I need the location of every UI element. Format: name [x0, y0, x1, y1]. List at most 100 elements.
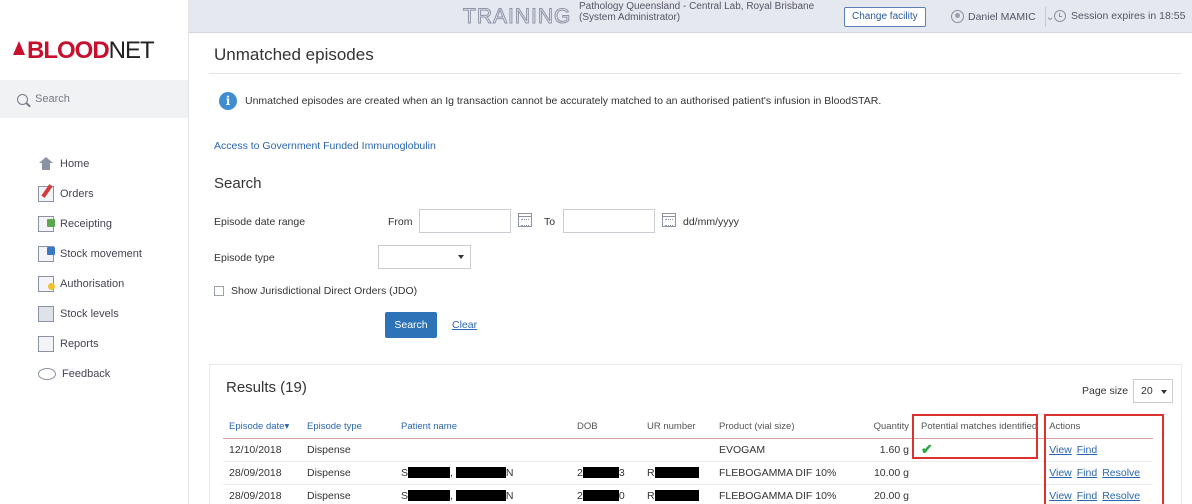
- orders-icon: [38, 186, 54, 202]
- cell-ur: R: [641, 461, 713, 485]
- logo-net-text: NET: [108, 37, 155, 64]
- cell-ur: [641, 438, 713, 462]
- redaction-bar: [582, 490, 619, 502]
- main-content: Unmatched episodes i Unmatched episodes …: [189, 33, 1192, 504]
- cell-type: Dispense: [301, 461, 395, 485]
- col-episode-type[interactable]: Episode type: [301, 416, 395, 438]
- home-icon: [38, 157, 54, 171]
- header-divider: [1045, 7, 1046, 27]
- authorisation-icon: [38, 276, 55, 292]
- sidebar-item-stock-levels[interactable]: Stock levels: [38, 299, 142, 329]
- episode-date-range-label: Episode date range: [214, 216, 306, 228]
- cell-dob: [571, 438, 641, 462]
- cell-quantity: 20.00 g: [859, 484, 915, 504]
- page-size-select[interactable]: 20: [1133, 379, 1173, 403]
- sidebar-search-label: Search: [35, 93, 70, 105]
- col-ur-number: UR number: [647, 421, 696, 433]
- table-row: 28/09/2018 Dispense S, N 23 R FLEBOGAMMA…: [223, 461, 1154, 485]
- sidebar-item-label: Orders: [60, 188, 94, 200]
- cell-type: Dispense: [301, 438, 395, 462]
- from-date-input[interactable]: [419, 209, 511, 233]
- cell-product: FLEBOGAMMA DIF 10%: [713, 484, 859, 504]
- sidebar-item-label: Reports: [60, 338, 99, 350]
- from-label: From: [388, 216, 413, 228]
- from-calendar-icon[interactable]: [518, 213, 532, 227]
- cell-match: [915, 461, 1044, 485]
- page-size-label: Page size: [1082, 385, 1129, 397]
- sidebar-nav: Home Orders Receipting Stock movement Au…: [38, 149, 142, 389]
- feedback-icon: [38, 368, 56, 380]
- info-message: i Unmatched episodes are created when an…: [219, 92, 881, 110]
- page-title: Unmatched episodes: [214, 45, 374, 64]
- redaction-bar: [455, 490, 506, 502]
- redaction-bar: [582, 467, 619, 479]
- cell-date: 12/10/2018: [223, 438, 301, 462]
- to-date-input[interactable]: [563, 209, 655, 233]
- environment-banner: TRAINING: [462, 5, 572, 29]
- clear-link[interactable]: Clear: [452, 319, 477, 331]
- date-format-hint: dd/mm/yyyy: [683, 216, 740, 228]
- user-name: Daniel MAMIC: [968, 10, 1036, 23]
- col-product: Product (vial size): [719, 421, 795, 433]
- col-quantity: Quantity: [873, 421, 909, 433]
- redaction-bar: [455, 467, 506, 479]
- session-timer: Session expires in 18:55: [1054, 10, 1185, 22]
- sidebar-item-label: Stock movement: [60, 248, 142, 260]
- clock-icon: [1054, 10, 1066, 22]
- cell-date: 28/09/2018: [223, 461, 301, 485]
- user-menu[interactable]: Daniel MAMIC ⌄: [951, 10, 1055, 23]
- to-label: To: [544, 216, 556, 228]
- stock-movement-icon: [38, 246, 55, 262]
- table-row: 28/09/2018 Dispense S, N 20 R FLEBOGAMMA…: [223, 484, 1154, 504]
- select-caret-icon: [1161, 390, 1167, 394]
- cell-patient: S, N: [395, 461, 571, 485]
- sidebar-item-feedback[interactable]: Feedback: [38, 359, 142, 389]
- results-title: Results (19): [226, 379, 307, 396]
- cell-patient: [395, 438, 571, 462]
- cell-dob: 20: [571, 484, 641, 504]
- col-dob: DOB: [577, 421, 598, 433]
- search-button[interactable]: Search: [385, 312, 437, 338]
- sidebar-item-orders[interactable]: Orders: [38, 179, 142, 209]
- sidebar-item-reports[interactable]: Reports: [38, 329, 142, 359]
- change-facility-button[interactable]: Change facility: [844, 7, 926, 27]
- search-icon: [17, 93, 28, 105]
- receipting-icon: [38, 216, 55, 232]
- logo-blood-text: BLOOD: [27, 37, 110, 64]
- jdo-checkbox[interactable]: [214, 286, 224, 296]
- col-patient-name[interactable]: Patient name: [395, 416, 571, 438]
- sidebar-item-label: Feedback: [62, 368, 111, 380]
- sidebar-search[interactable]: Search: [0, 80, 188, 118]
- sidebar-item-label: Authorisation: [60, 278, 125, 290]
- gov-funded-ig-link[interactable]: Access to Government Funded Immunoglobul…: [214, 140, 436, 152]
- col-episode-date[interactable]: Episode date▾: [223, 416, 301, 438]
- redaction-bar: [408, 467, 451, 479]
- info-text: Unmatched episodes are created when an I…: [245, 95, 882, 107]
- redaction-bar: [654, 467, 699, 479]
- reports-icon: [38, 336, 54, 352]
- facility-role: (System Administrator): [579, 12, 681, 23]
- cell-ur: R: [641, 484, 713, 504]
- sidebar-item-home[interactable]: Home: [38, 149, 142, 179]
- cell-match: [915, 484, 1044, 504]
- sidebar-item-label: Receipting: [60, 218, 112, 230]
- redaction-bar: [408, 490, 451, 502]
- sidebar-item-label: Stock levels: [60, 308, 119, 320]
- sidebar-item-authorisation[interactable]: Authorisation: [38, 269, 142, 299]
- to-calendar-icon[interactable]: [662, 213, 676, 227]
- episode-type-label: Episode type: [214, 252, 275, 264]
- cell-type: Dispense: [301, 484, 395, 504]
- facility-name: Pathology Queensland - Central Lab, Roya…: [579, 1, 815, 12]
- search-section-title: Search: [214, 175, 262, 192]
- actions-highlight: [1044, 414, 1164, 504]
- cell-product: EVOGAM: [713, 438, 859, 462]
- episode-type-select[interactable]: [378, 245, 471, 269]
- user-avatar-icon: [951, 10, 964, 23]
- stock-levels-icon: [38, 306, 54, 322]
- cell-date: 28/09/2018: [223, 484, 301, 504]
- cell-quantity: 10.00 g: [859, 461, 915, 485]
- sidebar-item-receipting[interactable]: Receipting: [38, 209, 142, 239]
- info-icon: i: [219, 92, 237, 110]
- sidebar-item-stock-movement[interactable]: Stock movement: [38, 239, 142, 269]
- bloodnet-logo[interactable]: BLOOD NET: [13, 37, 155, 65]
